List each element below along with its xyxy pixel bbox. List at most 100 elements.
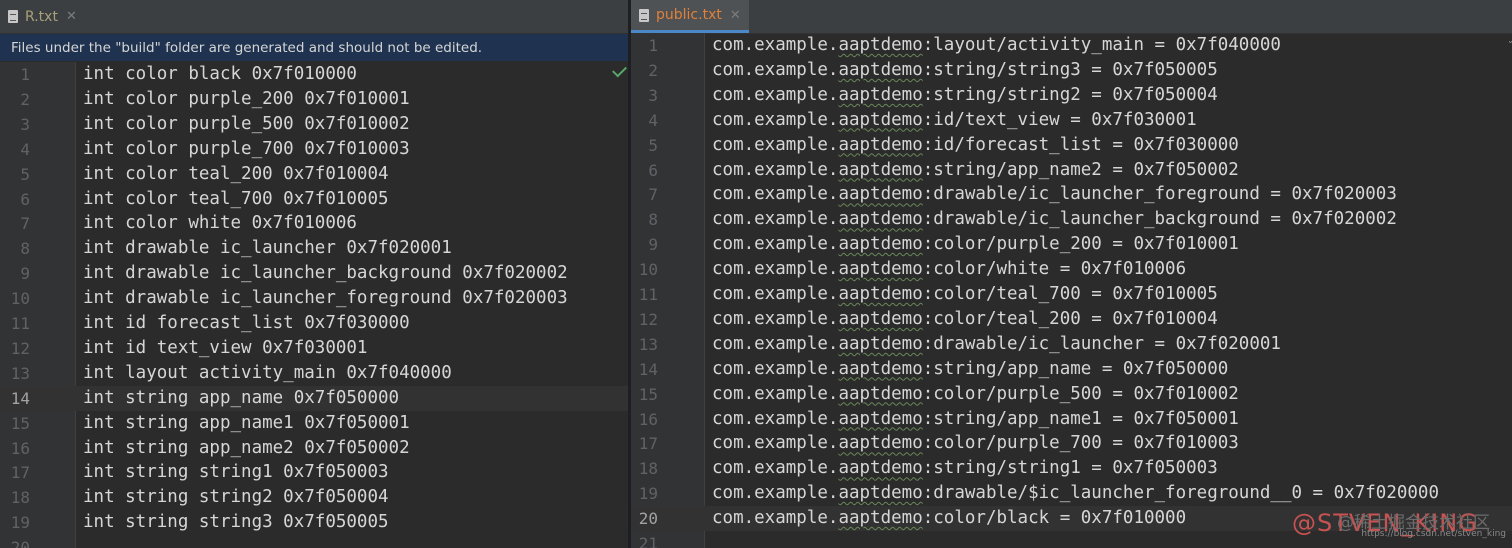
code-line[interactable]: 14 com.example.aaptdemo:string/app_name =… — [631, 357, 1512, 382]
code-text: int string app_name 0x7f050000 — [83, 387, 400, 408]
code-line[interactable]: 19 com.example.aaptdemo:drawable/$ic_laun… — [631, 481, 1512, 506]
code-line[interactable]: 5 com.example.aaptdemo:id/forecast_list =… — [631, 133, 1512, 158]
code-line[interactable]: 4 com.example.aaptdemo:id/text_view = 0x7… — [631, 108, 1512, 133]
code-text: com.example.aaptdemo:color/black = 0x7f0… — [712, 506, 1186, 531]
resource-entry: :drawable/$ic_launcher_foreground__0 = 0… — [922, 483, 1439, 504]
code-line[interactable]: 7 com.example.aaptdemo:drawable/ic_launch… — [631, 182, 1512, 207]
code-line[interactable]: 5 int color teal_200 0x7f010004 — [0, 162, 628, 187]
code-line[interactable]: 12 int id text_view 0x7f030001 — [0, 336, 628, 361]
code-text: int drawable ic_launcher_foreground 0x7f… — [83, 288, 568, 309]
package-prefix: com.example. — [712, 134, 839, 155]
code-line[interactable]: 11 com.example.aaptdemo:color/teal_700 = … — [631, 282, 1512, 307]
code-line[interactable]: 15 int string app_name1 0x7f050001 — [0, 411, 628, 436]
code-text: int color teal_700 0x7f010005 — [83, 188, 389, 209]
code-line[interactable]: 3 int color purple_500 0x7f010002 — [0, 112, 628, 137]
resource-entry: :color/purple_500 = 0x7f010002 — [922, 383, 1239, 404]
line-number: 1 — [20, 65, 30, 84]
code-text: com.example.aaptdemo:string/string1 = 0x… — [712, 456, 1218, 481]
line-number: 18 — [638, 459, 658, 479]
code-line[interactable]: 18 com.example.aaptdemo:string/string1 = … — [631, 456, 1512, 481]
line-number: 1 — [648, 36, 658, 55]
code-text: com.example.aaptdemo:color/purple_200 = … — [712, 232, 1239, 257]
code-line[interactable]: 9 com.example.aaptdemo:color/purple_200 =… — [631, 232, 1512, 257]
code-line[interactable]: 9 int drawable ic_launcher_background 0x7… — [0, 261, 628, 286]
banner-text: Files under the "build" folder are gener… — [11, 39, 483, 56]
code-text: com.example.aaptdemo:color/white = 0x7f0… — [712, 257, 1186, 282]
tab-public-txt[interactable]: public.txt ✕ — [631, 0, 749, 33]
line-number: 10 — [10, 289, 30, 309]
code-line[interactable]: 18 int string string2 0x7f050004 — [0, 485, 628, 510]
code-line[interactable]: 12 com.example.aaptdemo:color/teal_200 = … — [631, 307, 1512, 332]
code-line[interactable]: 19 int string string3 0x7f050005 — [0, 510, 628, 535]
code-text: int color purple_200 0x7f010001 — [83, 88, 410, 109]
code-line[interactable]: 2 int color purple_200 0x7f010001 — [0, 87, 628, 112]
r-txt-editor[interactable]: 1 int color black 0x7f010000 2 int color pu… — [0, 62, 628, 548]
package-prefix: com.example. — [712, 333, 839, 354]
code-line[interactable]: 16 int string app_name2 0x7f050002 — [0, 436, 628, 461]
line-number: 7 — [20, 214, 30, 234]
line-number: 19 — [10, 513, 30, 533]
code-text: com.example.aaptdemo:color/teal_200 = 0x… — [712, 307, 1218, 332]
code-text: int color purple_700 0x7f010003 — [83, 138, 410, 159]
close-icon[interactable]: ✕ — [730, 8, 741, 23]
line-number: 19 — [638, 484, 658, 504]
line-number: 3 — [648, 85, 658, 105]
resource-entry: :drawable/ic_launcher_foreground = 0x7f0… — [922, 184, 1397, 205]
code-line[interactable]: 20 — [0, 535, 628, 548]
code-line[interactable]: 1 com.example.aaptdemo:layout/activity_ma… — [631, 33, 1512, 58]
text-file-icon — [8, 10, 18, 23]
package-name: aaptdemo — [838, 59, 923, 80]
code-line[interactable]: 2 com.example.aaptdemo:string/string3 = 0… — [631, 58, 1512, 83]
code-line[interactable]: 10 int drawable ic_launcher_foreground 0x… — [0, 286, 628, 311]
code-text: int color white 0x7f010006 — [83, 213, 357, 234]
code-text: int color teal_200 0x7f010004 — [83, 163, 389, 184]
code-line[interactable]: 6 com.example.aaptdemo:string/app_name2 =… — [631, 158, 1512, 183]
tab-r-txt[interactable]: R.txt ✕ — [0, 0, 85, 33]
line-number: 14 — [638, 359, 658, 379]
code-line[interactable]: 8 com.example.aaptdemo:drawable/ic_launch… — [631, 207, 1512, 232]
package-prefix: com.example. — [712, 383, 839, 404]
code-line[interactable]: 17 int string string1 0x7f050003 — [0, 460, 628, 485]
line-number: 12 — [638, 309, 658, 329]
code-line[interactable]: 11 int id forecast_list 0x7f030000 — [0, 311, 628, 336]
left-tab-bar: R.txt ✕ — [0, 0, 628, 34]
resource-entry: :color/white = 0x7f010006 — [922, 259, 1187, 280]
code-line[interactable]: 8 int drawable ic_launcher 0x7f020001 — [0, 236, 628, 261]
code-text: int color black 0x7f010000 — [83, 64, 357, 84]
code-line[interactable]: 1 int color black 0x7f010000 — [0, 62, 628, 87]
code-line[interactable]: 10 com.example.aaptdemo:color/white = 0x7… — [631, 257, 1512, 282]
resource-entry: :id/forecast_list = 0x7f030000 — [922, 134, 1239, 155]
code-text: com.example.aaptdemo:string/app_name2 = … — [712, 158, 1239, 183]
code-text: int string app_name1 0x7f050001 — [83, 412, 410, 433]
code-line[interactable]: 16 com.example.aaptdemo:string/app_name1 … — [631, 407, 1512, 432]
code-text: com.example.aaptdemo:color/purple_700 = … — [712, 431, 1239, 456]
code-line[interactable]: 13 int layout activity_main 0x7f040000 — [0, 361, 628, 386]
package-name: aaptdemo — [838, 84, 923, 105]
package-prefix: com.example. — [712, 59, 839, 80]
public-txt-editor[interactable]: ˘ 1 com.example.aaptdemo:layout/activity_… — [631, 33, 1512, 548]
code-text: int drawable ic_launcher_background 0x7f… — [83, 263, 568, 284]
line-number: 16 — [638, 409, 658, 429]
line-number: 20 — [10, 538, 30, 548]
code-line[interactable]: 3 com.example.aaptdemo:string/string2 = 0… — [631, 83, 1512, 108]
text-file-icon — [639, 8, 649, 22]
line-number: 10 — [638, 260, 658, 280]
code-line[interactable]: 17 com.example.aaptdemo:color/purple_700 … — [631, 431, 1512, 456]
code-line[interactable]: 14 int string app_name 0x7f050000 — [0, 385, 628, 411]
line-number: 18 — [10, 488, 30, 508]
line-number: 17 — [10, 463, 30, 483]
code-line[interactable]: 15 com.example.aaptdemo:color/purple_500 … — [631, 382, 1512, 407]
line-number: 5 — [648, 135, 658, 155]
code-line[interactable]: 13 com.example.aaptdemo:drawable/ic_launc… — [631, 332, 1512, 357]
resource-entry: :color/teal_700 = 0x7f010005 — [922, 284, 1218, 304]
package-name: aaptdemo — [838, 358, 923, 379]
close-icon[interactable]: ✕ — [66, 9, 77, 24]
package-name: aaptdemo — [838, 308, 923, 329]
code-line[interactable]: 6 int color teal_700 0x7f010005 — [0, 187, 628, 212]
package-prefix: com.example. — [712, 508, 839, 529]
code-line[interactable]: 4 int color purple_700 0x7f010003 — [0, 137, 628, 162]
package-prefix: com.example. — [712, 308, 839, 329]
code-line[interactable]: 7 int color white 0x7f010006 — [0, 211, 628, 236]
package-name: aaptdemo — [838, 134, 923, 155]
line-number: 5 — [20, 164, 30, 184]
